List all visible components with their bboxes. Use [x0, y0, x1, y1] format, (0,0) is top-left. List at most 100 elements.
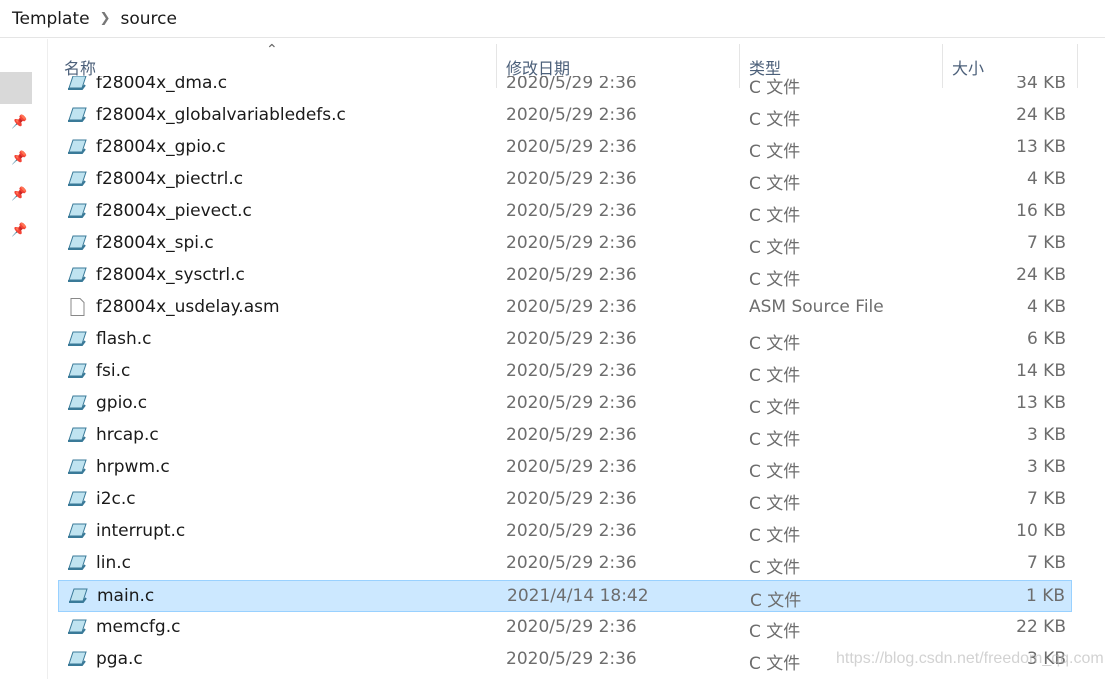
file-date: 2020/5/29 2:36	[506, 137, 637, 157]
file-name: f28004x_gpio.c	[96, 137, 226, 157]
pin-icon[interactable]: 📌	[11, 187, 27, 202]
file-name: f28004x_sysctrl.c	[96, 265, 245, 285]
file-type: C 文件	[749, 430, 801, 450]
file-date: 2020/5/29 2:36	[506, 425, 637, 445]
breadcrumb: Template ❯ source	[0, 0, 1105, 38]
c-file-icon	[68, 395, 87, 410]
file-row[interactable]: gpio.c 2020/5/29 2:36 C 文件 13 KB	[58, 388, 1072, 420]
file-size: 4 KB	[1026, 297, 1066, 317]
file-row[interactable]: memcfg.c 2020/5/29 2:36 C 文件 22 KB	[58, 612, 1072, 644]
watermark: https://blog.csdn.net/freedom_qq.com	[836, 650, 1104, 667]
file-row[interactable]: i2c.c 2020/5/29 2:36 C 文件 7 KB	[58, 484, 1072, 516]
file-date: 2020/5/29 2:36	[506, 201, 637, 221]
file-name: f28004x_usdelay.asm	[96, 297, 280, 317]
breadcrumb-source[interactable]: source	[120, 9, 176, 29]
sort-ascending-icon: ⌃	[266, 42, 278, 58]
file-type: C 文件	[750, 591, 802, 611]
file-row[interactable]: f28004x_gpio.c 2020/5/29 2:36 C 文件 13 KB	[58, 132, 1072, 164]
c-file-icon	[68, 363, 87, 378]
file-row[interactable]: f28004x_sysctrl.c 2020/5/29 2:36 C 文件 24…	[58, 260, 1072, 292]
file-type: C 文件	[749, 334, 801, 354]
file-row[interactable]: f28004x_piectrl.c 2020/5/29 2:36 C 文件 4 …	[58, 164, 1072, 196]
file-row[interactable]: f28004x_spi.c 2020/5/29 2:36 C 文件 7 KB	[58, 228, 1072, 260]
nav-selected-item[interactable]	[0, 72, 32, 104]
column-header: ⌃ 名称 修改日期 类型 大小	[50, 39, 1105, 88]
pin-icon[interactable]: 📌	[11, 223, 27, 238]
c-file-icon	[68, 651, 87, 666]
c-file-icon	[68, 619, 87, 634]
file-row[interactable]: hrpwm.c 2020/5/29 2:36 C 文件 3 KB	[58, 452, 1072, 484]
file-size: 3 KB	[1026, 425, 1066, 445]
file-type: C 文件	[749, 398, 801, 418]
file-row[interactable]: hrcap.c 2020/5/29 2:36 C 文件 3 KB	[58, 420, 1072, 452]
column-size[interactable]: 大小	[952, 55, 984, 79]
file-size: 14 KB	[1016, 361, 1066, 381]
column-date[interactable]: 修改日期	[506, 55, 570, 79]
file-size: 6 KB	[1026, 329, 1066, 349]
file-name: f28004x_globalvariabledefs.c	[96, 105, 346, 125]
c-file-icon	[68, 555, 87, 570]
file-row[interactable]: flash.c 2020/5/29 2:36 C 文件 6 KB	[58, 324, 1072, 356]
file-date: 2020/5/29 2:36	[506, 105, 637, 125]
file-type: C 文件	[749, 110, 801, 130]
file-size: 3 KB	[1026, 457, 1066, 477]
c-file-icon	[69, 588, 88, 603]
file-row[interactable]: fsi.c 2020/5/29 2:36 C 文件 14 KB	[58, 356, 1072, 388]
file-type: ASM Source File	[749, 297, 884, 317]
file-type: C 文件	[749, 462, 801, 482]
c-file-icon	[68, 171, 87, 186]
file-row[interactable]: f28004x_globalvariabledefs.c 2020/5/29 2…	[58, 100, 1072, 132]
chevron-right-icon[interactable]: ❯	[100, 11, 111, 26]
file-row[interactable]: f28004x_usdelay.asm 2020/5/29 2:36 ASM S…	[58, 292, 1072, 324]
file-type: C 文件	[749, 366, 801, 386]
file-name: fsi.c	[96, 361, 131, 381]
file-type: C 文件	[749, 526, 801, 546]
file-date: 2020/5/29 2:36	[506, 553, 637, 573]
file-date: 2020/5/29 2:36	[506, 329, 637, 349]
file-row[interactable]: interrupt.c 2020/5/29 2:36 C 文件 10 KB	[58, 516, 1072, 548]
file-size: 1 KB	[1025, 586, 1065, 606]
file-row[interactable]: f28004x_pievect.c 2020/5/29 2:36 C 文件 16…	[58, 196, 1072, 228]
column-name[interactable]: 名称	[64, 55, 96, 79]
file-date: 2020/5/29 2:36	[506, 297, 637, 317]
breadcrumb-template[interactable]: Template	[12, 9, 90, 29]
file-row[interactable]: main.c 2021/4/14 18:42 C 文件 1 KB	[58, 580, 1072, 612]
file-date: 2020/5/29 2:36	[506, 169, 637, 189]
c-file-icon	[68, 107, 87, 122]
file-date: 2020/5/29 2:36	[506, 649, 637, 669]
file-type: C 文件	[749, 558, 801, 578]
file-name: gpio.c	[96, 393, 148, 413]
file-list: f28004x_dma.c 2020/5/29 2:36 C 文件 34 KB f…	[50, 68, 1105, 676]
pin-icon[interactable]: 📌	[11, 115, 27, 130]
file-date: 2020/5/29 2:36	[506, 489, 637, 509]
file-name: hrpwm.c	[96, 457, 170, 477]
c-file-icon	[68, 235, 87, 250]
file-type: C 文件	[749, 206, 801, 226]
file-size: 7 KB	[1026, 233, 1066, 253]
file-date: 2020/5/29 2:36	[506, 521, 637, 541]
c-file-icon	[68, 331, 87, 346]
file-name: f28004x_dma.c	[96, 73, 228, 93]
file-name: flash.c	[96, 329, 152, 349]
file-size: 13 KB	[1016, 137, 1066, 157]
file-name: main.c	[97, 586, 155, 606]
blank-file-icon	[70, 298, 85, 316]
file-size: 34 KB	[1016, 73, 1066, 93]
file-type: C 文件	[749, 654, 801, 674]
file-row[interactable]: lin.c 2020/5/29 2:36 C 文件 7 KB	[58, 548, 1072, 580]
file-name: hrcap.c	[96, 425, 159, 445]
pin-icon[interactable]: 📌	[11, 151, 27, 166]
file-size: 7 KB	[1026, 489, 1066, 509]
file-size: 10 KB	[1016, 521, 1066, 541]
file-date: 2020/5/29 2:36	[506, 361, 637, 381]
navigation-pane: 📌 📌 📌 📌	[0, 39, 48, 679]
file-size: 22 KB	[1016, 617, 1066, 637]
file-size: 13 KB	[1016, 393, 1066, 413]
file-size: 4 KB	[1026, 169, 1066, 189]
c-file-icon	[68, 459, 87, 474]
file-type: C 文件	[749, 622, 801, 642]
file-type: C 文件	[749, 270, 801, 290]
column-type[interactable]: 类型	[749, 55, 781, 79]
file-name: i2c.c	[96, 489, 136, 509]
c-file-icon	[68, 139, 87, 154]
